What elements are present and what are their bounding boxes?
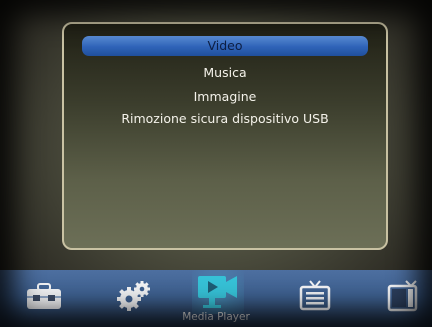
tv-screen: Video Musica Immagine Rimozione sicura d… (0, 0, 432, 327)
media-player-icon[interactable] (192, 270, 244, 314)
settings-gears-icon[interactable] (111, 276, 155, 316)
toolbox-icon[interactable] (22, 276, 66, 316)
media-menu-panel: Video Musica Immagine Rimozione sicura d… (62, 22, 388, 250)
tv-guide-icon[interactable] (293, 276, 337, 316)
active-app-label: Media Player (182, 311, 250, 323)
tv-icon[interactable] (380, 276, 424, 316)
menu-item-rimozione-usb[interactable]: Rimozione sicura dispositivo USB (82, 109, 368, 129)
menu-item-video[interactable]: Video (82, 36, 368, 56)
menu-item-musica[interactable]: Musica (82, 63, 368, 83)
menu-item-immagine[interactable]: Immagine (82, 87, 368, 107)
